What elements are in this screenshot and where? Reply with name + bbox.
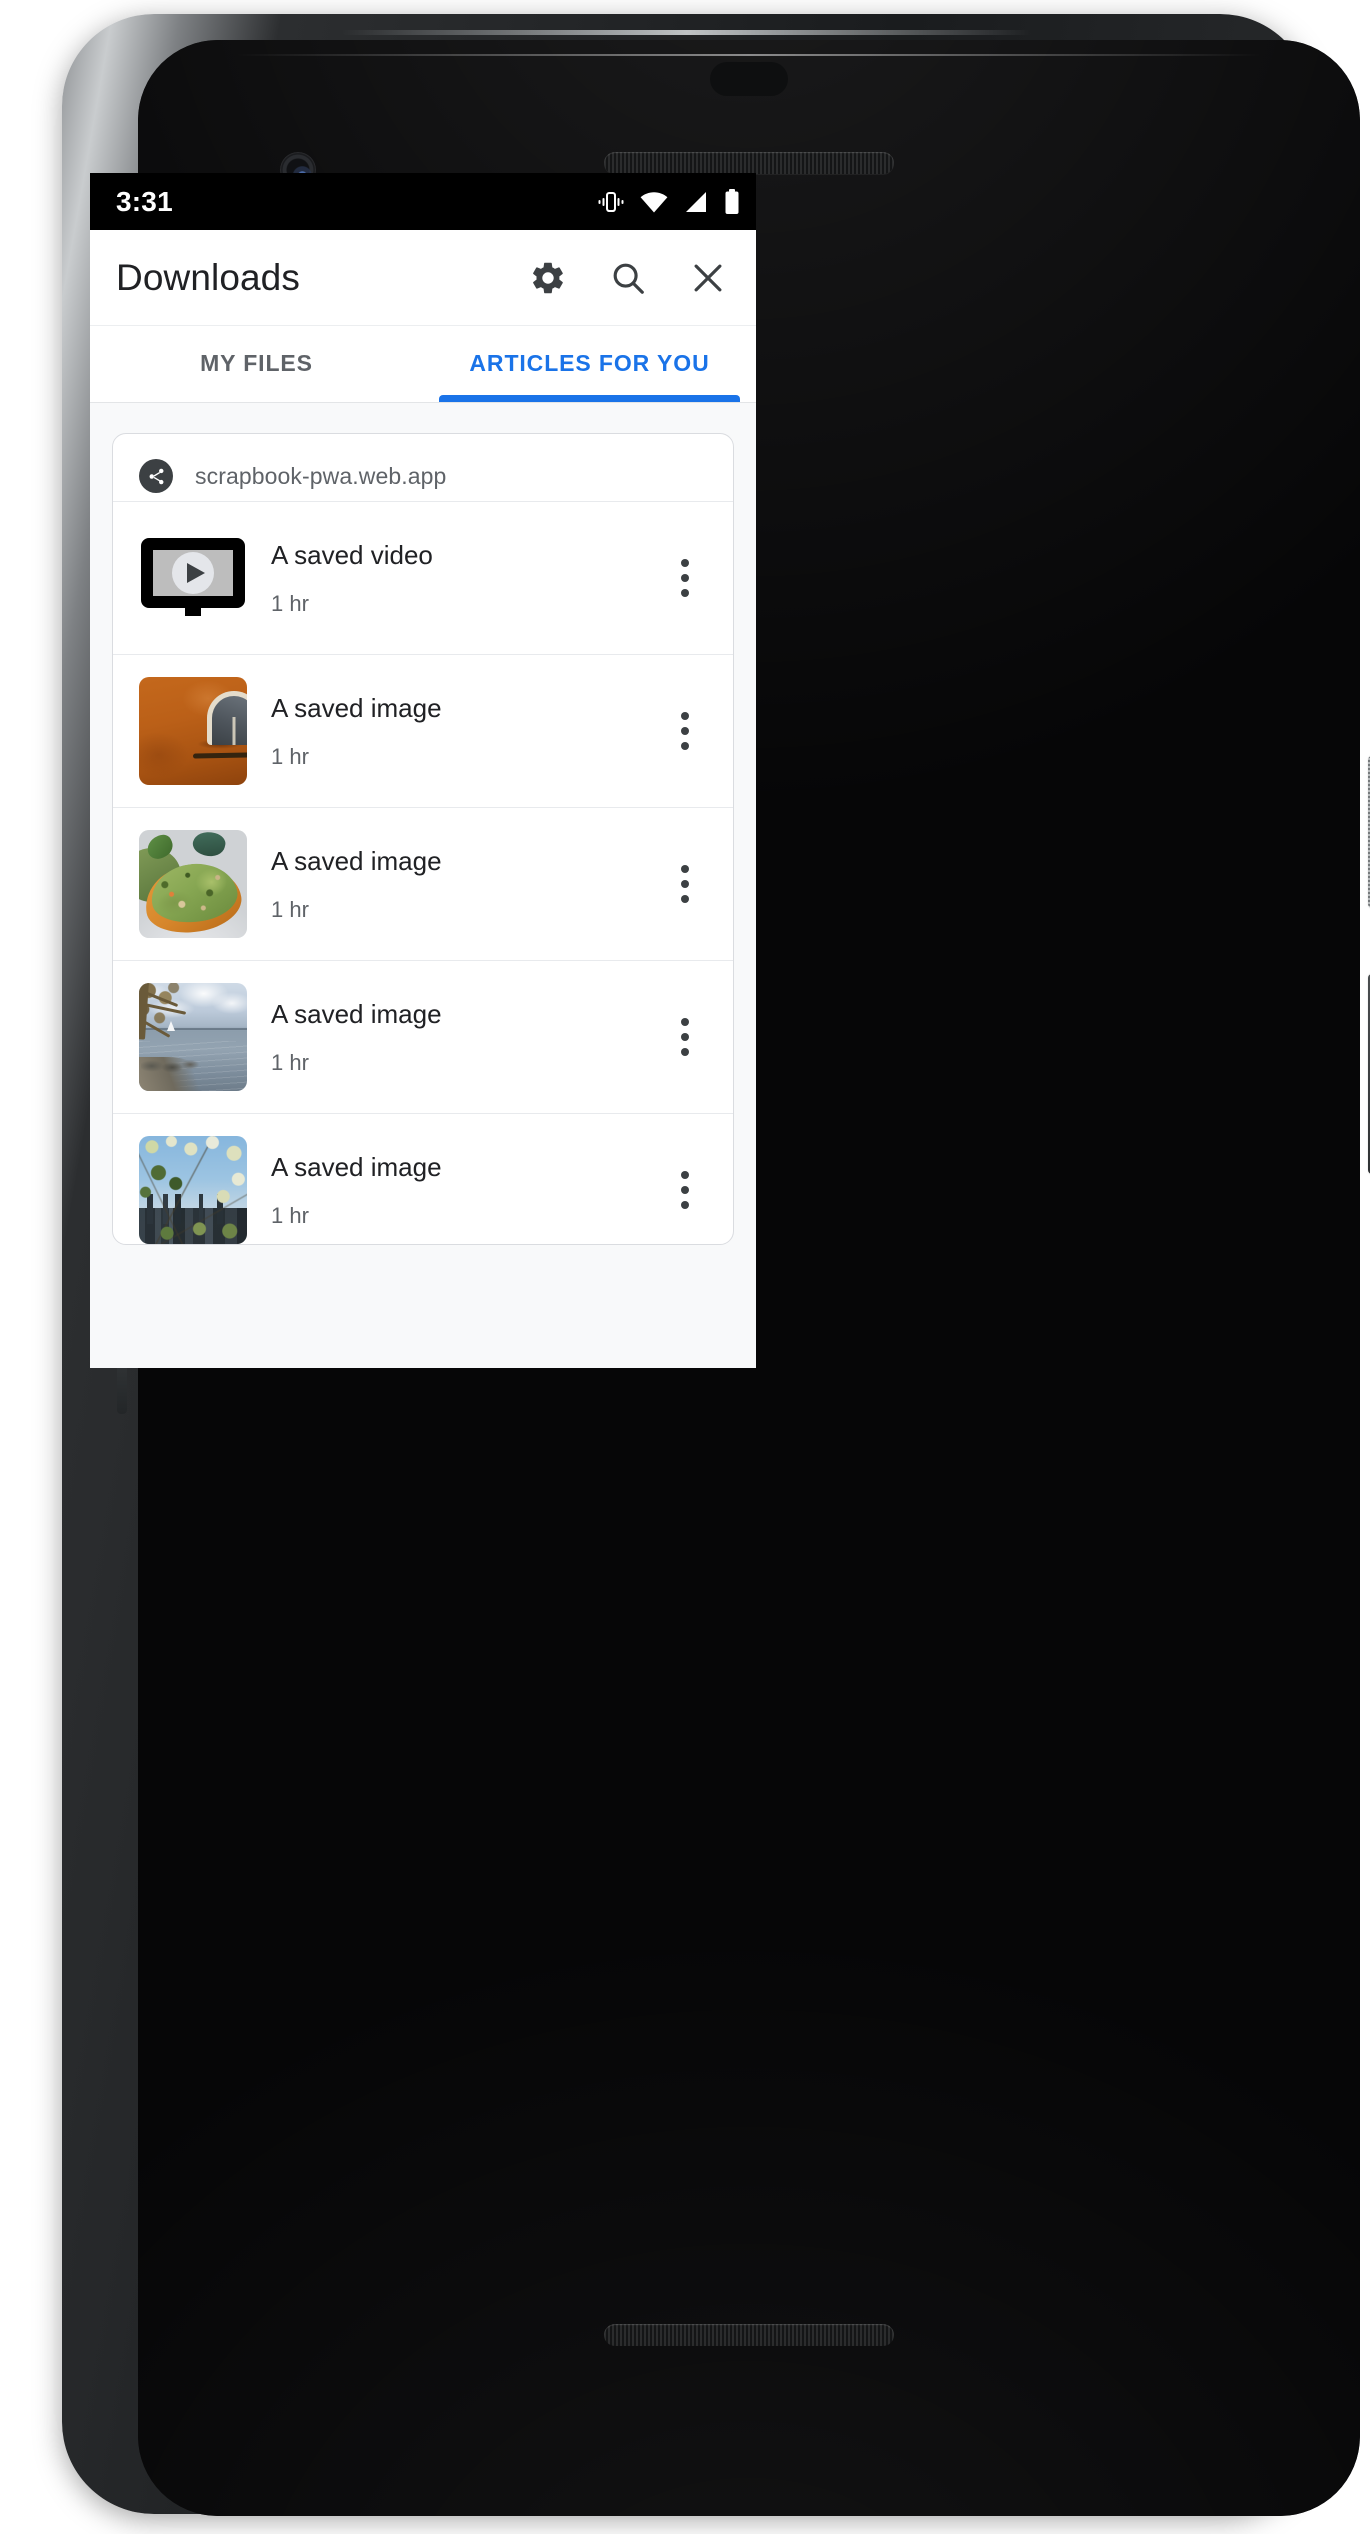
dot xyxy=(681,589,689,597)
tab-articles-for-you[interactable]: ARTICLES FOR YOU xyxy=(423,325,756,402)
lake-shore-photo xyxy=(139,983,247,1091)
dot xyxy=(681,1048,689,1056)
gear-icon xyxy=(529,259,567,297)
list-item-title: A saved image xyxy=(271,1153,442,1183)
list-item[interactable]: A saved video 1 hr xyxy=(113,501,733,654)
dot xyxy=(681,865,689,873)
photo-artwork xyxy=(139,1136,247,1244)
list-item-subtitle: 1 hr xyxy=(271,1049,309,1075)
search-icon xyxy=(609,259,647,297)
frame-seam-top xyxy=(342,30,1032,35)
list-item-text: A saved image 1 hr xyxy=(271,1000,633,1074)
battery-icon xyxy=(724,188,740,215)
avocado-toast-photo xyxy=(139,830,247,938)
list-item[interactable]: A saved image 1 hr xyxy=(113,960,733,1113)
device-screen: 3:31 Downloads MY FILES ARTICLES FOR YOU… xyxy=(90,173,756,1368)
screenshot-stage: 3:31 Downloads MY FILES ARTICLES FOR YOU… xyxy=(0,0,1370,2534)
list-item[interactable]: A saved image 1 hr xyxy=(113,807,733,960)
arched-window xyxy=(207,691,247,745)
list-item-text: A saved image 1 hr xyxy=(271,694,633,768)
wifi-icon xyxy=(640,191,668,213)
dot xyxy=(681,742,689,750)
source-site-name: scrapbook-pwa.web.app xyxy=(195,462,447,489)
more-options-icon[interactable] xyxy=(657,1155,713,1225)
dot xyxy=(681,895,689,903)
dot xyxy=(681,1033,689,1041)
list-item-subtitle: 1 hr xyxy=(271,743,309,769)
notch-pill xyxy=(710,62,788,96)
photo-artwork xyxy=(139,983,247,1091)
articles-list-container: scrapbook-pwa.web.app A saved video 1 hr… xyxy=(90,403,756,1368)
dot xyxy=(681,1201,689,1209)
list-item-title: A saved video xyxy=(271,541,433,571)
more-options-icon[interactable] xyxy=(657,849,713,919)
list-item-title: A saved image xyxy=(271,694,442,724)
dot xyxy=(681,574,689,582)
photo-artwork xyxy=(139,830,247,938)
dot xyxy=(681,712,689,720)
more-options-icon[interactable] xyxy=(657,543,713,613)
video-placeholder-icon xyxy=(139,524,247,632)
app-bar-actions xyxy=(522,252,734,304)
search-button[interactable] xyxy=(602,252,654,304)
list-item-subtitle: 1 hr xyxy=(271,896,309,922)
settings-button[interactable] xyxy=(522,252,574,304)
dot xyxy=(681,880,689,888)
list-item[interactable]: A saved image 1 hr xyxy=(113,1113,733,1244)
card-source-header[interactable]: scrapbook-pwa.web.app xyxy=(113,434,733,501)
status-bar-icons xyxy=(598,188,740,215)
city-blossoms-photo xyxy=(139,1136,247,1244)
tree-branches xyxy=(139,983,199,1063)
app-bar: Downloads xyxy=(90,230,756,325)
garnish-leaf xyxy=(190,830,228,860)
close-button[interactable] xyxy=(682,252,734,304)
dot xyxy=(681,1186,689,1194)
photo-artwork xyxy=(139,677,247,785)
more-options-icon[interactable] xyxy=(657,696,713,766)
vibrate-icon xyxy=(598,190,624,214)
earpiece-speaker-grille xyxy=(604,152,894,174)
list-item-text: A saved image 1 hr xyxy=(271,847,633,921)
cellular-signal-icon xyxy=(684,191,708,213)
tab-my-files[interactable]: MY FILES xyxy=(90,325,423,402)
bottom-speaker-grille xyxy=(604,2324,894,2346)
list-item-text: A saved video 1 hr xyxy=(271,541,633,615)
tab-bar: MY FILES ARTICLES FOR YOU xyxy=(90,325,756,403)
list-item[interactable]: A saved image 1 hr xyxy=(113,654,733,807)
share-icon xyxy=(139,459,173,493)
list-item-text: A saved image 1 hr xyxy=(271,1153,633,1227)
list-item-subtitle: 1 hr xyxy=(271,1202,309,1228)
list-item-title: A saved image xyxy=(271,847,442,877)
more-options-icon[interactable] xyxy=(657,1002,713,1072)
terracotta-wall-photo xyxy=(139,677,247,785)
glass-highlight-line xyxy=(235,54,1263,56)
list-item-title: A saved image xyxy=(271,1000,442,1030)
blossoms xyxy=(139,1136,247,1244)
page-title: Downloads xyxy=(116,256,300,298)
list-item-subtitle: 1 hr xyxy=(271,590,309,616)
dot xyxy=(681,559,689,567)
dot xyxy=(681,1171,689,1179)
wall-rail xyxy=(192,752,247,759)
dot xyxy=(681,1018,689,1026)
dot xyxy=(681,727,689,735)
downloads-card: scrapbook-pwa.web.app A saved video 1 hr… xyxy=(112,433,734,1245)
close-icon xyxy=(689,259,727,297)
status-bar: 3:31 xyxy=(90,173,756,230)
status-bar-clock: 3:31 xyxy=(116,185,173,217)
